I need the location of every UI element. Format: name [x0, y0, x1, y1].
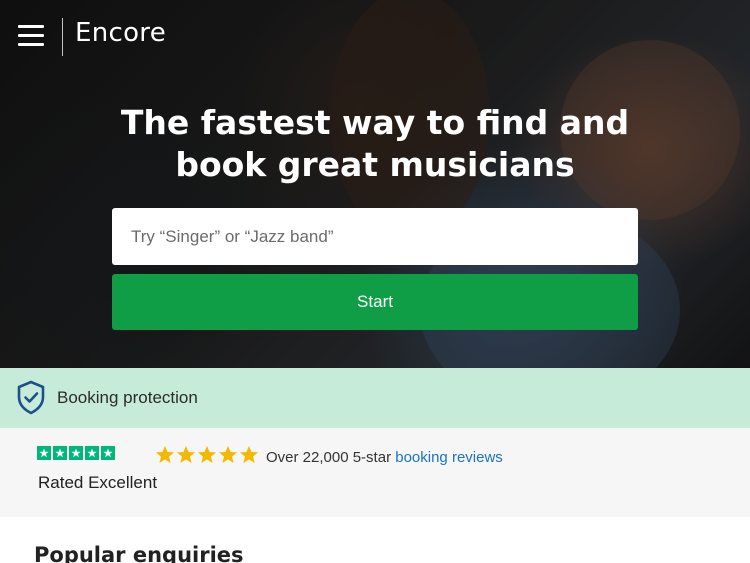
- trustpilot-stars: [37, 446, 115, 460]
- reviews-text: Over 22,000 5-star: [266, 449, 392, 466]
- hero-headline: The fastest way to find and book great m…: [0, 102, 750, 186]
- star-icon: [198, 446, 216, 463]
- hero-section: Encore The fastest way to find and book …: [0, 0, 750, 368]
- rated-excellent-label: Rated Excellent: [38, 473, 158, 492]
- booking-protection-label: Booking protection: [57, 388, 198, 407]
- ratings-section: Rated Excellent Over 22,000 5-star booki…: [0, 428, 750, 517]
- booking-protection-banner: Booking protection: [0, 368, 750, 428]
- trustpilot-star-icon: [101, 446, 115, 460]
- search-input[interactable]: [112, 208, 638, 265]
- star-icon: [240, 446, 258, 463]
- hero-headline-line2: book great musicians: [175, 145, 575, 184]
- trustpilot-star-icon: [37, 446, 51, 460]
- star-icon: [219, 446, 237, 463]
- hero-headline-line1: The fastest way to find and: [120, 103, 630, 142]
- header-divider: [62, 18, 63, 56]
- trustpilot-star-icon: [85, 446, 99, 460]
- five-star-rating: [155, 445, 259, 465]
- start-button[interactable]: Start: [112, 274, 638, 330]
- encore-logo[interactable]: Encore: [75, 18, 166, 48]
- hamburger-menu-icon[interactable]: [18, 25, 44, 47]
- trustpilot-star-icon: [69, 446, 83, 460]
- popular-enquiries-title: Popular enquiries: [34, 543, 244, 563]
- star-icon: [156, 446, 174, 463]
- booking-reviews-link[interactable]: booking reviews: [395, 449, 503, 466]
- reviews-summary: Over 22,000 5-star booking reviews: [266, 449, 503, 466]
- star-icon: [177, 446, 195, 463]
- trustpilot-star-icon: [53, 446, 67, 460]
- shield-check-icon: [17, 380, 45, 415]
